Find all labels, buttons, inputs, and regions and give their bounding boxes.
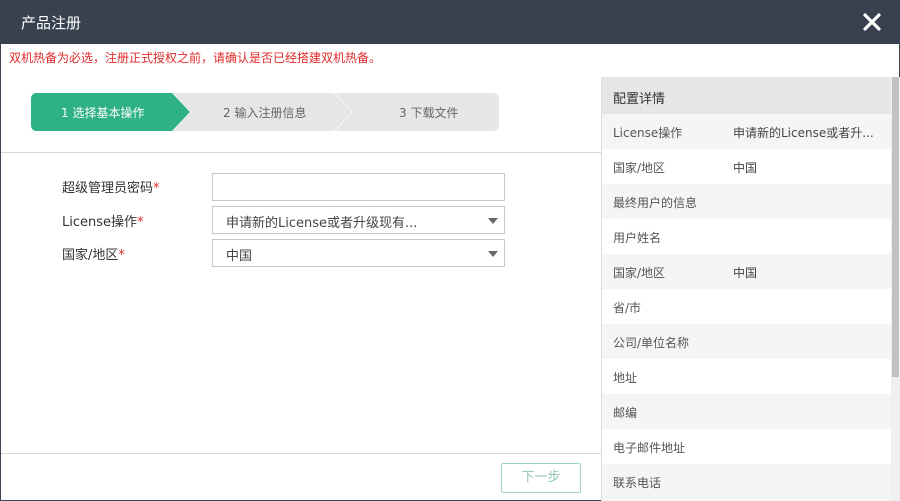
license-label: License操作*: [62, 215, 144, 230]
panel-title: 配置详情: [613, 92, 666, 107]
required-mark: *: [153, 181, 160, 196]
dialog-title: 产品注册: [21, 14, 82, 32]
detail-value: 中国: [733, 161, 758, 175]
detail-row: 邮编: [602, 394, 891, 429]
panel-header: 配置详情: [602, 77, 891, 114]
detail-row: 电子邮件地址: [602, 429, 891, 464]
license-row: License操作* 申请新的License或者升级现有...: [1, 206, 601, 236]
step-2-enter-registration-info[interactable]: 2 输入注册信息: [173, 93, 353, 131]
detail-value: 申请新的License或者升...: [733, 126, 874, 140]
detail-key: 联系电话: [613, 476, 662, 490]
required-mark: *: [118, 248, 125, 263]
detail-row: 国家/地区 中国: [602, 149, 891, 184]
detail-row: 最终用户的信息: [602, 184, 891, 219]
config-details-panel: 配置详情 License操作 申请新的License或者升... 国家/地区 中…: [601, 77, 891, 501]
license-operation-value: 申请新的License或者升级现有...: [226, 216, 418, 231]
detail-key: License操作: [613, 126, 683, 140]
step-1-select-basic-operation[interactable]: 1 选择基本操作: [31, 93, 191, 131]
detail-row: 国家/地区 中国: [602, 254, 891, 289]
chevron-down-icon: [488, 251, 498, 257]
close-icon[interactable]: [861, 11, 883, 33]
country-value: 中国: [226, 249, 253, 264]
detail-row: License操作 申请新的License或者升...: [602, 114, 891, 149]
detail-key: 公司/单位名称: [613, 336, 690, 350]
detail-key: 邮编: [613, 406, 638, 420]
detail-row: 用户姓名: [602, 219, 891, 254]
next-button[interactable]: 下一步: [501, 463, 581, 493]
notice-text: 双机热备为必选，注册正式授权之前，请确认是否已经搭建双机热备。: [9, 51, 382, 65]
divider: [1, 152, 601, 153]
detail-row: 地址: [602, 359, 891, 394]
detail-key: 电子邮件地址: [613, 441, 686, 455]
detail-row: 公司/单位名称: [602, 324, 891, 359]
detail-key: 国家/地区: [613, 266, 666, 280]
password-row: 超级管理员密码*: [1, 173, 601, 203]
footer-divider: [1, 453, 601, 454]
detail-key: 地址: [613, 371, 638, 385]
detail-key: 用户姓名: [613, 231, 662, 245]
country-select[interactable]: 中国: [212, 239, 505, 267]
admin-password-input[interactable]: [212, 173, 505, 201]
detail-row: 省/市: [602, 289, 891, 324]
detail-value: 中国: [733, 266, 758, 280]
step-1-label: 1 选择基本操作: [61, 106, 145, 120]
wizard-steps: 1 选择基本操作 2 输入注册信息 3 下载文件: [31, 93, 501, 131]
scrollbar-thumb[interactable]: [892, 77, 899, 377]
country-row: 国家/地区* 中国: [1, 239, 601, 269]
panel-scrollbar[interactable]: [891, 77, 900, 501]
dialog-titlebar: 产品注册: [1, 1, 899, 44]
chevron-down-icon: [488, 218, 498, 224]
step-2-label: 2 输入注册信息: [223, 106, 307, 120]
detail-key: 最终用户的信息: [613, 196, 698, 210]
password-label: 超级管理员密码*: [62, 181, 160, 196]
country-label: 国家/地区*: [62, 248, 125, 263]
detail-row: 联系电话: [602, 464, 891, 499]
product-registration-dialog: 产品注册 双机热备为必选，注册正式授权之前，请确认是否已经搭建双机热备。 1 选…: [0, 0, 900, 501]
step-3-label: 3 下载文件: [399, 106, 459, 120]
detail-key: 省/市: [613, 301, 642, 315]
detail-key: 国家/地区: [613, 161, 666, 175]
required-mark: *: [137, 215, 144, 230]
step-3-download-file[interactable]: 3 下载文件: [335, 93, 499, 131]
license-operation-select[interactable]: 申请新的License或者升级现有...: [212, 206, 505, 234]
